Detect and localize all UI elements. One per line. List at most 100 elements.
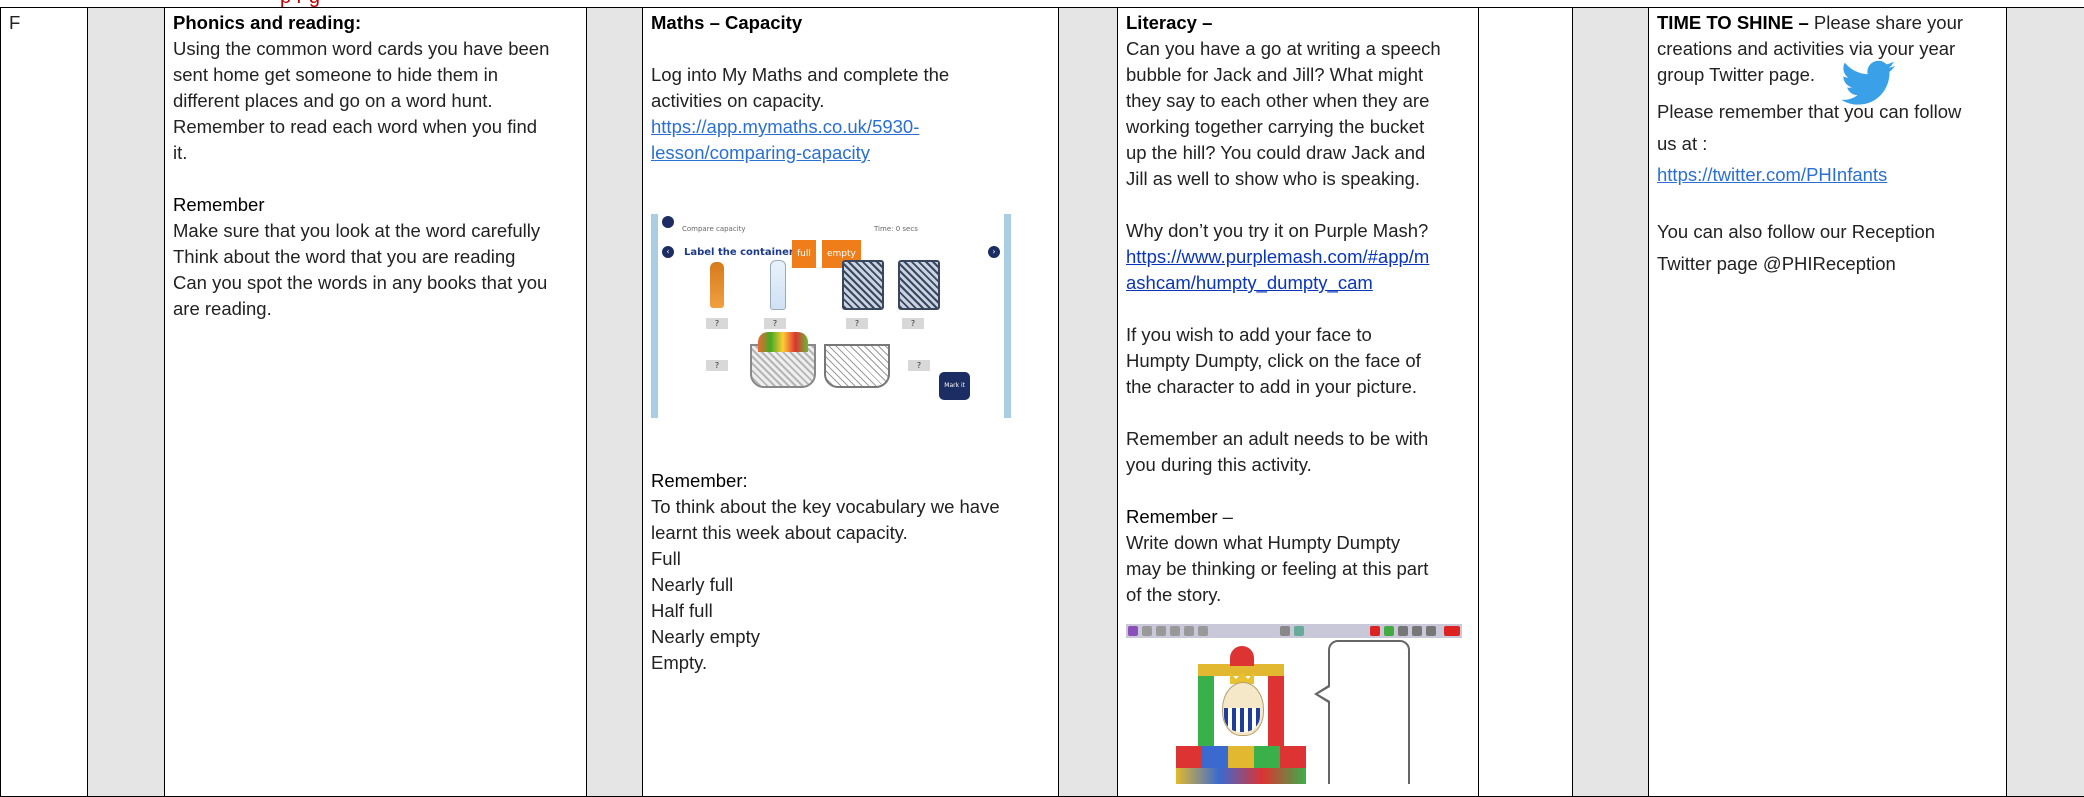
basket-fruit-image — [758, 332, 808, 352]
phonics-remember-line: Make sure that you look at the word care… — [173, 218, 578, 244]
text-smaller-icon — [1412, 626, 1422, 636]
shine-cell: TIME TO SHINE – Please share your creati… — [1649, 8, 2007, 797]
maths-intro-line: Log into My Maths and complete the — [651, 62, 1050, 88]
shine-heading-rest: Please share your — [1809, 12, 1963, 33]
redo-icon — [1156, 626, 1166, 636]
adult-line: Remember an adult needs to be with — [1126, 426, 1470, 452]
record-icon — [1370, 626, 1380, 636]
purple-mash-link-line[interactable]: https://www.purplemash.com/#app/m — [1126, 244, 1470, 270]
screenshot-topbar: Compare capacity Time: 0 secs — [664, 216, 998, 226]
literacy-heading: Literacy – — [1126, 10, 1470, 36]
purple-mash-link-line[interactable]: ashcam/humpty_dumpty_cam — [1126, 270, 1470, 296]
phonics-intro-line: it. — [173, 140, 578, 166]
phonics-remember-line: Think about the word that you are readin… — [173, 244, 578, 270]
weekly-plan-table: F Phonics and reading: Using the common … — [0, 7, 2084, 797]
phonics-remember-heading: Remember — [173, 192, 578, 218]
reception-line: Twitter page @PHIReception — [1657, 248, 1998, 280]
grey-column — [88, 8, 165, 797]
text-larger-icon — [1398, 626, 1408, 636]
literacy-remember-heading: Remember – — [1126, 504, 1470, 530]
undo-icon — [1142, 626, 1152, 636]
vocab-item: Nearly full — [651, 572, 1050, 598]
next-arrow-icon: › — [988, 246, 1000, 258]
purple-mash-question: Why don’t you try it on Purple Mash? — [1126, 218, 1470, 244]
screenshot-instruction: Label the containers. — [684, 240, 804, 266]
grey-column — [2007, 8, 2084, 797]
twitter-link[interactable]: https://twitter.com/PHInfants — [1657, 160, 1998, 190]
maths-remember-heading: Remember: — [651, 468, 1050, 494]
adult-line: you during this activity. — [1126, 452, 1470, 478]
zoom-in-icon — [1170, 626, 1180, 636]
humpty-toolbar — [1126, 624, 1462, 638]
row-label-cell: F — [1, 8, 88, 797]
literacy-intro-line: Jill as well to show who is speaking. — [1126, 166, 1470, 192]
literacy-remember-line: Write down what Humpty Dumpty — [1126, 530, 1470, 556]
mymaths-link-line[interactable]: lesson/comparing-capacity — [651, 140, 1050, 166]
mymaths-screenshot: Compare capacity Time: 0 secs ‹ › Label … — [651, 214, 1011, 418]
phonics-heading: Phonics and reading: — [173, 10, 578, 36]
tag-full: full — [792, 240, 816, 268]
orange-bottle-image — [710, 262, 724, 308]
phonics-remember-line: are reading. — [173, 296, 578, 322]
face-line: Humpty Dumpty, click on the face of — [1126, 348, 1470, 374]
mymaths-link[interactable]: https://app.mymaths.co.uk/5930- lesson/c… — [651, 114, 1050, 166]
block-arch — [1230, 646, 1254, 666]
face-line: If you wish to add your face to — [1126, 322, 1470, 348]
answer-box: ? — [764, 318, 786, 329]
block — [1228, 746, 1254, 768]
mark-it-button: Mark it — [939, 372, 970, 400]
shine-heading: TIME TO SHINE – — [1657, 12, 1809, 33]
full-basket-image — [750, 344, 816, 388]
answer-box: ? — [706, 360, 728, 371]
face-line: the character to add in your picture. — [1126, 374, 1470, 400]
answer-box: ? — [706, 318, 728, 329]
blank-column — [1479, 8, 1573, 797]
mymaths-link-line[interactable]: https://app.mymaths.co.uk/5930- — [651, 114, 1050, 140]
follow-line: us at : — [1657, 128, 1998, 160]
answer-box: ? — [846, 318, 868, 329]
answer-box: ? — [908, 360, 930, 371]
menu-icon — [1128, 626, 1138, 636]
vocab-item: Empty. — [651, 650, 1050, 676]
literacy-intro-line: they say to each other when they are — [1126, 88, 1470, 114]
empty-basket-image — [824, 344, 890, 388]
vocab-item: Half full — [651, 598, 1050, 624]
plan-row-f: F Phonics and reading: Using the common … — [1, 8, 2084, 797]
block-pillar-right — [1268, 676, 1284, 746]
full-bin-image — [842, 260, 884, 310]
literacy-intro-line: working together carrying the bucket — [1126, 114, 1470, 140]
reception-line: You can also follow our Reception — [1657, 216, 1998, 248]
literacy-intro-line: bubble for Jack and Jill? What might — [1126, 62, 1470, 88]
block-row — [1176, 768, 1306, 784]
phonics-remember-line: Can you spot the words in any books that… — [173, 270, 578, 296]
maths-remember-line: To think about the key vocabulary we hav… — [651, 494, 1050, 520]
purple-mash-link[interactable]: https://www.purplemash.com/#app/m ashcam… — [1126, 244, 1470, 296]
vocab-item: Full — [651, 546, 1050, 572]
block-pillar-left — [1198, 676, 1214, 746]
phonics-intro-line: Using the common word cards you have bee… — [173, 36, 578, 62]
maths-intro-line: activities on capacity. — [651, 88, 1050, 114]
phonics-intro-line: sent home get someone to hide them in — [173, 62, 578, 88]
phonics-intro-line: Remember to read each word when you find — [173, 114, 578, 140]
literacy-remember-line: of the story. — [1126, 582, 1470, 608]
vocab-item: Nearly empty — [651, 624, 1050, 650]
eye-icon — [1280, 626, 1290, 636]
literacy-intro-line: Can you have a go at writing a speech — [1126, 36, 1470, 62]
shine-intro-line: creations and activities via your year — [1657, 36, 1998, 62]
humpty-dumpty-screenshot — [1126, 624, 1462, 784]
exit-arrow-icon — [1444, 626, 1460, 636]
maths-cell: Maths – Capacity Log into My Maths and c… — [643, 8, 1059, 797]
screenshot-top-right: Time: 0 secs — [874, 216, 918, 242]
help-icon — [1426, 626, 1436, 636]
block — [1202, 746, 1228, 768]
phonics-cell: Phonics and reading: Using the common wo… — [165, 8, 587, 797]
block — [1254, 746, 1280, 768]
water-bottle-image — [770, 260, 786, 310]
grey-column — [1573, 8, 1649, 797]
maths-remember-line: learnt this week about capacity. — [651, 520, 1050, 546]
twitter-bird-icon — [1842, 60, 1896, 106]
speech-bubble — [1328, 640, 1410, 784]
literacy-intro-line: up the hill? You could draw Jack and — [1126, 140, 1470, 166]
phonics-intro-line: different places and go on a word hunt. — [173, 88, 578, 114]
picture-icon — [1294, 626, 1304, 636]
